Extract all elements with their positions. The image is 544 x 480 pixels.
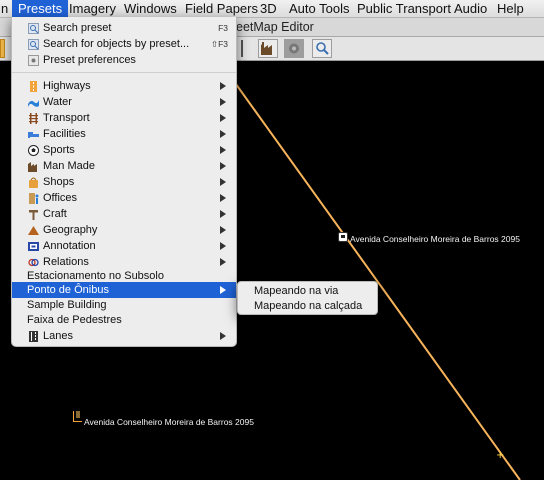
chevron-right-icon [220, 332, 226, 340]
soccer-ball-icon [28, 145, 39, 156]
menu-item-label: Man Made [43, 160, 95, 172]
menu-item-water[interactable]: Water [12, 94, 236, 110]
chevron-right-icon [220, 258, 226, 266]
chevron-right-icon [220, 226, 226, 234]
menu-windows[interactable]: Windows [118, 0, 183, 17]
menu-item-ponto-de-onibus[interactable]: Ponto de Ônibus [12, 282, 236, 298]
menu-3d[interactable]: 3D [254, 0, 283, 17]
zoom-icon[interactable] [312, 39, 332, 58]
submenu-item-mapeando-na-via[interactable]: Mapeando na via [254, 284, 338, 299]
menu-item-label: Sample Building [27, 299, 107, 311]
menu-auto-tools[interactable]: Auto Tools [283, 0, 355, 17]
menu-item-sports[interactable]: Sports [12, 142, 236, 158]
chevron-right-icon [220, 286, 226, 294]
menu-help[interactable]: Help [491, 0, 530, 17]
menu-item-highways[interactable]: Highways [12, 78, 236, 94]
chevron-right-icon [220, 114, 226, 122]
search-icon [28, 39, 39, 50]
menu-item-sample-building[interactable]: Sample Building [12, 297, 236, 313]
menu-item-geography[interactable]: Geography [12, 222, 236, 238]
highway-icon [28, 81, 39, 92]
menu-item-shops[interactable]: Shops [12, 174, 236, 190]
menu-item-craft[interactable]: Craft [12, 206, 236, 222]
menu-item-label: Craft [43, 208, 67, 220]
menu-item-transport[interactable]: Transport [12, 110, 236, 126]
toolbar-separator [241, 40, 243, 57]
rail-icon [28, 113, 39, 124]
chevron-right-icon [220, 210, 226, 218]
chevron-right-icon [220, 242, 226, 250]
craft-icon [28, 209, 39, 220]
menu-item-label: Highways [43, 80, 91, 92]
preferences-icon [28, 55, 39, 66]
menu-bar: n Presets Imagery Windows Field Papers 3… [0, 0, 544, 18]
menu-item-label: Water [43, 96, 72, 108]
menu-public-transport[interactable]: Public Transport [351, 0, 457, 17]
menu-item-search-objects[interactable]: Search for objects by preset... ⇧F3 [12, 36, 236, 52]
menu-item-label: Geography [43, 224, 98, 236]
bed-icon [28, 129, 39, 140]
menu-item-label: Preset preferences [43, 54, 136, 66]
submenu-item-mapeando-na-calcada[interactable]: Mapeando na calçada [254, 299, 362, 314]
menu-item-label: Lanes [43, 330, 73, 342]
ponto-de-onibus-submenu: Mapeando na via Mapeando na calçada [237, 281, 378, 315]
water-icon [28, 97, 39, 108]
mountain-icon [28, 225, 39, 236]
menu-field-papers[interactable]: Field Papers [179, 0, 264, 17]
search-icon [28, 23, 39, 34]
shortcut-label: ⇧F3 [210, 39, 228, 49]
menu-item-search-preset[interactable]: Search preset F3 [12, 20, 236, 36]
menu-audio[interactable]: Audio [448, 0, 493, 17]
annotation-icon [28, 241, 39, 252]
menu-item-preset-preferences[interactable]: Preset preferences [12, 52, 236, 68]
menu-item-label: Ponto de Ônibus [27, 284, 109, 296]
office-icon [28, 193, 39, 204]
chevron-right-icon [220, 194, 226, 202]
chevron-right-icon [220, 130, 226, 138]
menu-item-lanes[interactable]: Lanes [12, 328, 236, 344]
menu-item-label: Search for objects by preset... [43, 38, 190, 50]
shortcut-label: F3 [218, 23, 228, 33]
poi-icon[interactable] [73, 411, 82, 422]
toolbar-button-partial[interactable] [0, 39, 5, 58]
gear-icon[interactable] [284, 39, 304, 58]
menu-imagery[interactable]: Imagery [63, 0, 122, 17]
bus-stop-icon[interactable] [338, 232, 348, 242]
menu-item-label: Transport [43, 112, 90, 124]
menu-divider [12, 72, 236, 73]
menu-item-offices[interactable]: Offices [12, 190, 236, 206]
poi-label: Avenida Conselheiro Moreira de Barros 20… [84, 417, 254, 427]
chevron-right-icon [220, 162, 226, 170]
menu-item-label: Faixa de Pedestres [27, 314, 122, 326]
menu-item-annotation[interactable]: Annotation [12, 238, 236, 254]
factory-icon [28, 161, 39, 172]
chevron-right-icon [220, 98, 226, 106]
menu-item-label: Annotation [43, 240, 96, 252]
menu-item-facilities[interactable]: Facilities [12, 126, 236, 142]
shop-icon [28, 177, 39, 188]
node-marker[interactable]: + [496, 450, 504, 461]
bus-stop-label: Avenida Conselheiro Moreira de Barros 20… [350, 234, 520, 244]
relation-icon [28, 257, 39, 268]
presets-dropdown: Search preset F3 Search for objects by p… [11, 17, 237, 347]
menu-item-faixa-de-pedestres[interactable]: Faixa de Pedestres [12, 312, 236, 328]
menu-item-label: Shops [43, 176, 75, 188]
chevron-right-icon [220, 146, 226, 154]
menu-item-label: Offices [43, 192, 78, 204]
menu-item-man-made[interactable]: Man Made [12, 158, 236, 174]
factory-icon[interactable] [258, 39, 278, 58]
lanes-icon [28, 331, 39, 342]
menu-item-label: Search preset [43, 22, 112, 34]
chevron-right-icon [220, 178, 226, 186]
road-way[interactable] [232, 79, 521, 480]
menu-item-label: Facilities [43, 128, 86, 140]
menu-presets[interactable]: Presets [12, 0, 69, 17]
menu-item-label: Sports [43, 144, 75, 156]
chevron-right-icon [220, 82, 226, 90]
window-title: eetMap Editor [236, 20, 314, 34]
